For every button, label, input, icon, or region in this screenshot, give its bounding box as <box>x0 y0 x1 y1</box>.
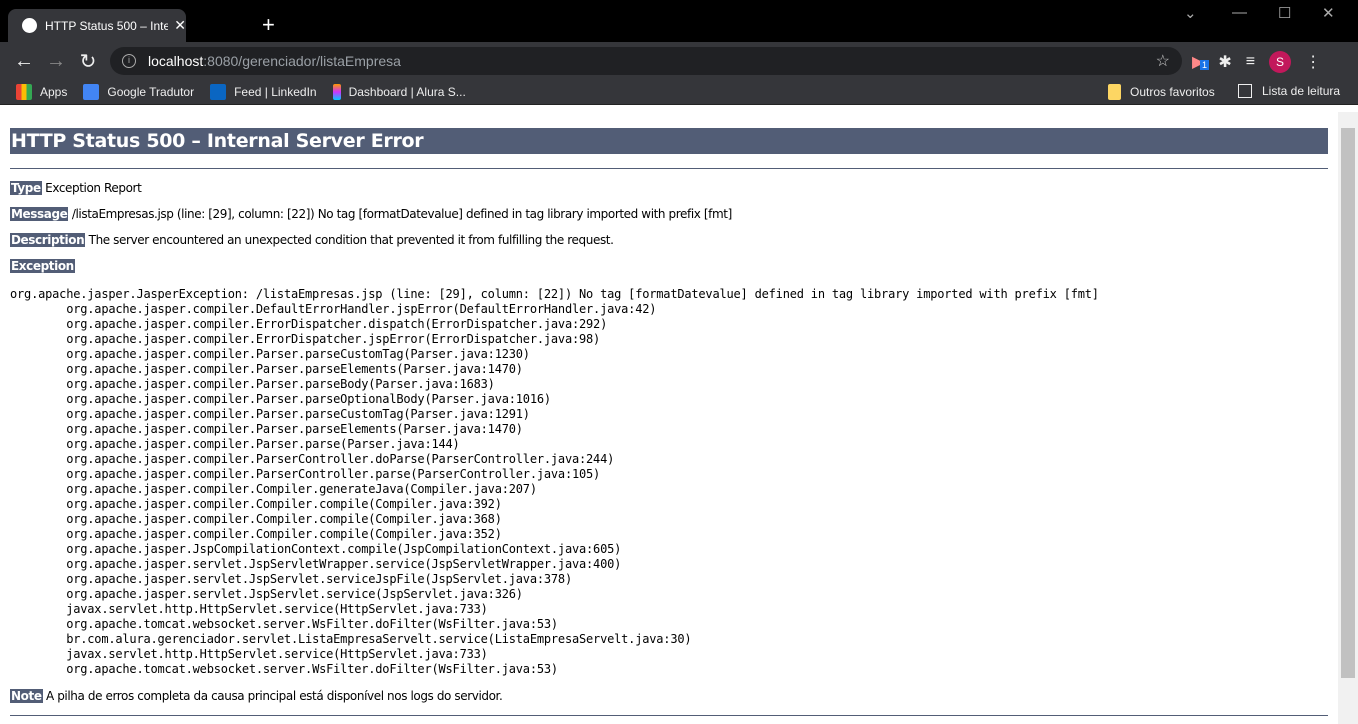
info-icon[interactable]: i <box>122 54 136 68</box>
bookmarks-bar: Apps Google Tradutor Feed | LinkedIn Das… <box>0 80 1358 105</box>
minimize-button[interactable]: — <box>1232 4 1247 21</box>
other-favorites-label: Outros favoritos <box>1130 85 1215 99</box>
divider <box>10 715 1328 716</box>
reload-button[interactable]: ↻ <box>72 49 104 74</box>
divider <box>10 168 1328 169</box>
description-row: Description The server encountered an un… <box>10 233 614 247</box>
forward-button[interactable]: → <box>40 50 72 73</box>
other-favorites[interactable]: Outros favoritos <box>1108 84 1215 100</box>
scrollbar[interactable] <box>1338 112 1358 724</box>
note-row: Note A pilha de erros completa da causa … <box>10 689 503 703</box>
note-label: Note <box>10 689 43 703</box>
description-label: Description <box>10 233 86 247</box>
type-value: Exception Report <box>45 181 142 195</box>
avatar[interactable]: S <box>1269 51 1292 73</box>
linkedin-icon <box>210 84 227 100</box>
tab-search-icon[interactable]: ⌄ <box>1184 4 1197 22</box>
scrollbar-thumb[interactable] <box>1341 128 1355 678</box>
address-bar[interactable]: i localhost:8080/gerenciador/listaEmpres… <box>110 47 1182 75</box>
bookmark-star-icon[interactable]: ☆ <box>1156 51 1170 71</box>
folder-icon <box>1108 84 1121 100</box>
message-row: Message /listaEmpresas.jsp (line: [29], … <box>10 207 732 221</box>
bookmark-label: Feed | LinkedIn <box>234 85 317 99</box>
google-translate-icon <box>83 84 100 100</box>
note-value: A pilha de erros completa da causa princ… <box>45 689 503 703</box>
description-value: The server encountered an unexpected con… <box>88 233 614 247</box>
exception-row: Exception <box>10 259 75 273</box>
bookmark-label: Apps <box>40 85 68 99</box>
alura-icon <box>332 84 341 100</box>
close-window-button[interactable]: ✕ <box>1322 4 1335 22</box>
reading-list-icon <box>1238 84 1252 98</box>
back-button[interactable]: ← <box>8 50 40 73</box>
new-tab-button[interactable]: + <box>262 12 275 38</box>
globe-icon <box>22 18 37 33</box>
maximize-button[interactable]: ☐ <box>1278 4 1291 22</box>
bookmark-apps[interactable]: Apps <box>16 84 67 100</box>
url-path: :8080/gerenciador/listaEmpresa <box>203 53 401 69</box>
reading-list-label: Lista de leitura <box>1262 84 1341 98</box>
close-tab-icon[interactable]: ✕ <box>174 17 186 34</box>
page-title: HTTP Status 500 – Internal Server Error <box>10 128 1328 154</box>
menu-icon[interactable]: ⋮ <box>1305 52 1321 72</box>
type-row: Type Exception Report <box>10 181 142 195</box>
exception-label: Exception <box>10 259 75 273</box>
type-label: Type <box>10 181 42 195</box>
bookmark-linkedin[interactable]: Feed | LinkedIn <box>210 84 317 100</box>
message-value: /listaEmpresas.jsp (line: [29], column: … <box>71 207 732 221</box>
bookmark-label: Dashboard | Alura S... <box>348 85 466 99</box>
toolbar: ← → ↻ i localhost:8080/gerenciador/lista… <box>0 42 1358 80</box>
extension-badge: 1 <box>1200 60 1210 70</box>
extension-icon[interactable]: ▶ 1 <box>1192 52 1210 72</box>
bookmark-google-tradutor[interactable]: Google Tradutor <box>83 84 194 100</box>
puzzle-icon[interactable]: ✱ <box>1218 52 1231 72</box>
bookmark-alura[interactable]: Dashboard | Alura S... <box>332 84 466 100</box>
stack-trace: org.apache.jasper.JasperException: /list… <box>10 287 1099 676</box>
url-host: localhost <box>148 53 204 69</box>
browser-tab[interactable]: HTTP Status 500 – Internal Server Error … <box>8 9 186 42</box>
media-queue-icon[interactable]: ≡ <box>1246 53 1255 71</box>
reading-list[interactable]: Lista de leitura <box>1238 84 1340 98</box>
message-label: Message <box>10 207 69 221</box>
page-content: HTTP Status 500 – Internal Server Error … <box>0 112 1338 724</box>
bookmark-label: Google Tradutor <box>107 85 195 99</box>
tab-title: HTTP Status 500 – Internal Server Error <box>45 18 169 33</box>
tab-bar: HTTP Status 500 – Internal Server Error … <box>0 0 1358 42</box>
apps-grid-icon <box>16 84 32 100</box>
